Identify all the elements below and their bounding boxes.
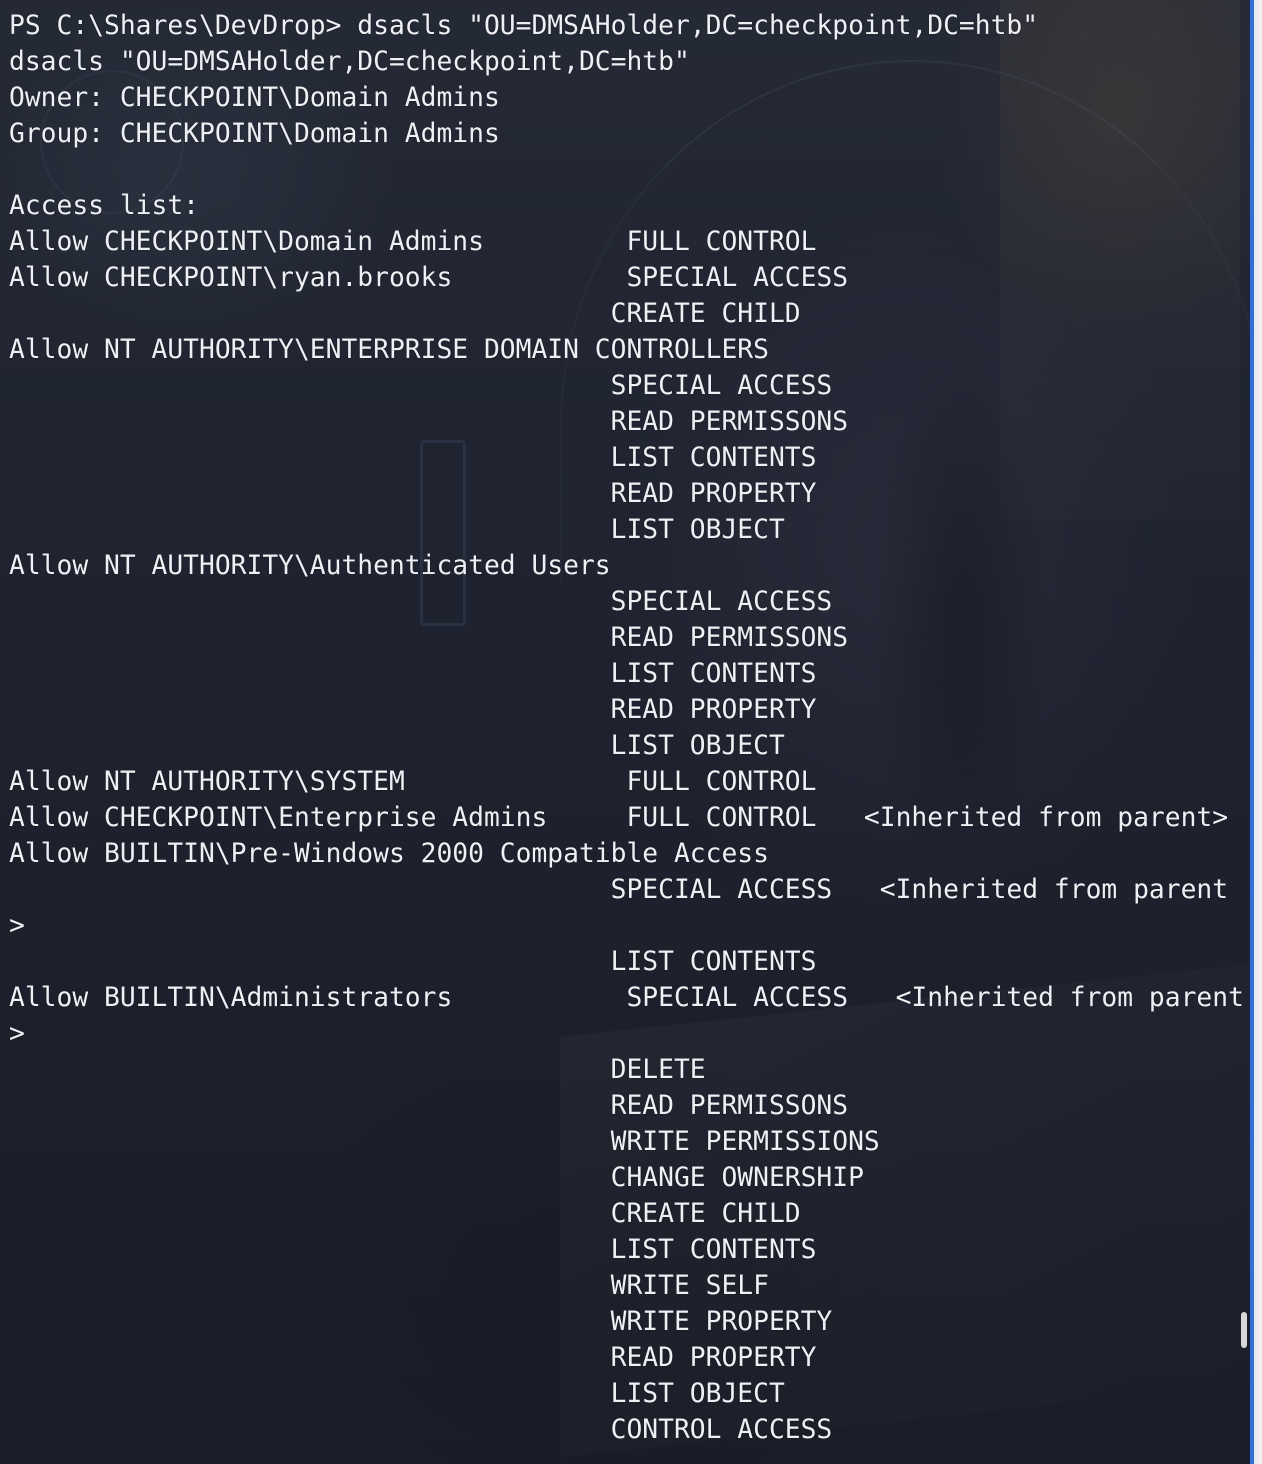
terminal-line-prompt: PS C:\Shares\DevDrop> dsacls "OU=DMSAHol… bbox=[9, 11, 1039, 41]
terminal-line: LIST OBJECT bbox=[9, 1379, 785, 1409]
terminal-window[interactable]: PS C:\Shares\DevDrop> dsacls "OU=DMSAHol… bbox=[0, 0, 1250, 1464]
terminal-line: LIST OBJECT bbox=[9, 515, 785, 545]
adjacent-window-edge bbox=[1250, 0, 1262, 1464]
terminal-line: Owner: CHECKPOINT\Domain Admins bbox=[9, 83, 500, 113]
terminal-line: Allow CHECKPOINT\ryan.brooks SPECIAL ACC… bbox=[9, 263, 849, 293]
terminal-line: > bbox=[9, 1019, 25, 1049]
terminal-line: SPECIAL ACCESS <Inherited from parent bbox=[9, 875, 1229, 905]
terminal-line: Allow BUILTIN\Pre-Windows 2000 Compatibl… bbox=[9, 839, 769, 869]
terminal-line: dsacls "OU=DMSAHolder,DC=checkpoint,DC=h… bbox=[9, 47, 690, 77]
terminal-line: Allow CHECKPOINT\Domain Admins FULL CONT… bbox=[9, 227, 817, 257]
terminal-line: WRITE PROPERTY bbox=[9, 1307, 833, 1337]
terminal-line: WRITE PERMISSIONS bbox=[9, 1127, 880, 1157]
terminal-line: LIST CONTENTS bbox=[9, 443, 817, 473]
terminal-line: Access list: bbox=[9, 191, 199, 221]
terminal-line: READ PROPERTY bbox=[9, 695, 817, 725]
terminal-line: DELETE bbox=[9, 1055, 706, 1085]
terminal-line: CHANGE OWNERSHIP bbox=[9, 1163, 864, 1193]
terminal-line: CREATE CHILD bbox=[9, 1199, 801, 1229]
terminal-line: CREATE CHILD bbox=[9, 299, 801, 329]
terminal-line: READ PERMISSONS bbox=[9, 1091, 849, 1121]
terminal-output[interactable]: PS C:\Shares\DevDrop> dsacls "OU=DMSAHol… bbox=[9, 8, 1245, 1448]
terminal-line: Allow NT AUTHORITY\Authenticated Users bbox=[9, 551, 611, 581]
terminal-line: READ PROPERTY bbox=[9, 479, 817, 509]
terminal-line: LIST OBJECT bbox=[9, 731, 785, 761]
terminal-line: READ PROPERTY bbox=[9, 1343, 817, 1373]
terminal-line: READ PERMISSONS bbox=[9, 623, 849, 653]
terminal-scrollbar[interactable] bbox=[1240, 0, 1250, 1464]
terminal-line: LIST CONTENTS bbox=[9, 947, 817, 977]
terminal-line: SPECIAL ACCESS bbox=[9, 587, 833, 617]
terminal-line: LIST CONTENTS bbox=[9, 659, 817, 689]
terminal-line: SPECIAL ACCESS bbox=[9, 371, 833, 401]
terminal-line: Allow BUILTIN\Administrators SPECIAL ACC… bbox=[9, 983, 1244, 1013]
terminal-line: > bbox=[9, 911, 25, 941]
terminal-line: LIST CONTENTS bbox=[9, 1235, 817, 1265]
terminal-line: Allow NT AUTHORITY\SYSTEM FULL CONTROL bbox=[9, 767, 817, 797]
terminal-line: Allow CHECKPOINT\Enterprise Admins FULL … bbox=[9, 803, 1229, 833]
terminal-line: Allow NT AUTHORITY\ENTERPRISE DOMAIN CON… bbox=[9, 335, 769, 365]
terminal-line: WRITE SELF bbox=[9, 1271, 769, 1301]
scrollbar-thumb[interactable] bbox=[1241, 1312, 1247, 1348]
terminal-line: Group: CHECKPOINT\Domain Admins bbox=[9, 119, 500, 149]
terminal-line: READ PERMISSONS bbox=[9, 407, 849, 437]
terminal-line: CONTROL ACCESS bbox=[9, 1415, 833, 1445]
